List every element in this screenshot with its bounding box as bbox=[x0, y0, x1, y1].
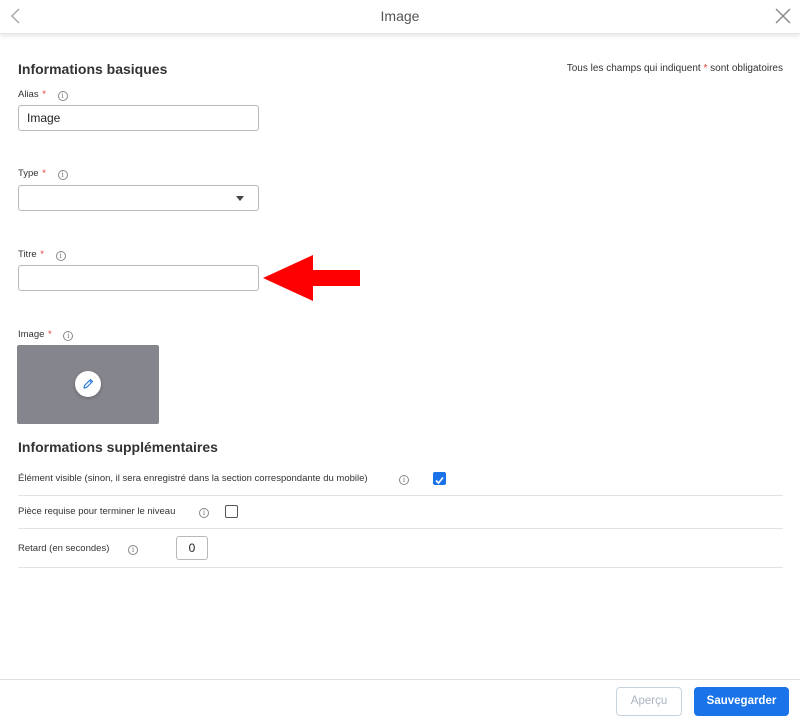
delay-input[interactable]: 0 bbox=[176, 536, 208, 560]
pencil-icon bbox=[83, 378, 94, 389]
alias-input[interactable] bbox=[18, 105, 259, 131]
info-icon[interactable]: i bbox=[128, 545, 138, 555]
info-icon[interactable]: i bbox=[199, 508, 209, 518]
section-title-basic: Informations basiques bbox=[18, 61, 168, 77]
edit-image-button[interactable] bbox=[75, 371, 101, 397]
type-select[interactable] bbox=[18, 185, 259, 211]
close-icon[interactable] bbox=[774, 7, 792, 25]
caret-down-icon bbox=[236, 196, 244, 201]
dialog-header: Image bbox=[0, 0, 800, 34]
check-icon bbox=[435, 476, 444, 485]
titre-label: Titre * i bbox=[18, 249, 66, 261]
visible-checkbox[interactable] bbox=[433, 472, 446, 485]
required-piece-checkbox[interactable] bbox=[225, 505, 238, 518]
visible-row: Élément visible (sinon, il sera enregist… bbox=[18, 466, 783, 496]
info-icon[interactable]: i bbox=[57, 91, 68, 101]
required-piece-label: Pièce requise pour terminer le niveau bbox=[18, 506, 176, 517]
red-arrow-annotation bbox=[263, 255, 360, 301]
required-fields-note: Tous les champs qui indiquent * sont obl… bbox=[566, 63, 783, 74]
required-piece-row: Pièce requise pour terminer le niveau i bbox=[18, 496, 783, 529]
info-icon[interactable]: i bbox=[57, 170, 68, 180]
delay-label: Retard (en secondes) bbox=[18, 543, 110, 554]
info-icon[interactable]: i bbox=[55, 251, 66, 261]
type-label: Type * i bbox=[18, 168, 68, 180]
info-icon[interactable]: i bbox=[399, 475, 409, 485]
delay-row: Retard (en secondes) i 0 bbox=[18, 529, 783, 568]
image-label: Image * i bbox=[18, 329, 74, 341]
titre-input[interactable] bbox=[18, 265, 259, 291]
dialog-footer: Aperçu Sauvegarder bbox=[0, 679, 800, 720]
section-title-extra: Informations supplémentaires bbox=[18, 439, 218, 455]
preview-button[interactable]: Aperçu bbox=[616, 687, 682, 716]
dialog-title: Image bbox=[380, 8, 420, 24]
info-icon[interactable]: i bbox=[63, 331, 74, 341]
alias-label: Alias * i bbox=[18, 89, 68, 101]
visible-label: Élément visible (sinon, il sera enregist… bbox=[18, 473, 368, 484]
save-button[interactable]: Sauvegarder bbox=[694, 687, 789, 716]
image-placeholder[interactable] bbox=[17, 345, 159, 424]
